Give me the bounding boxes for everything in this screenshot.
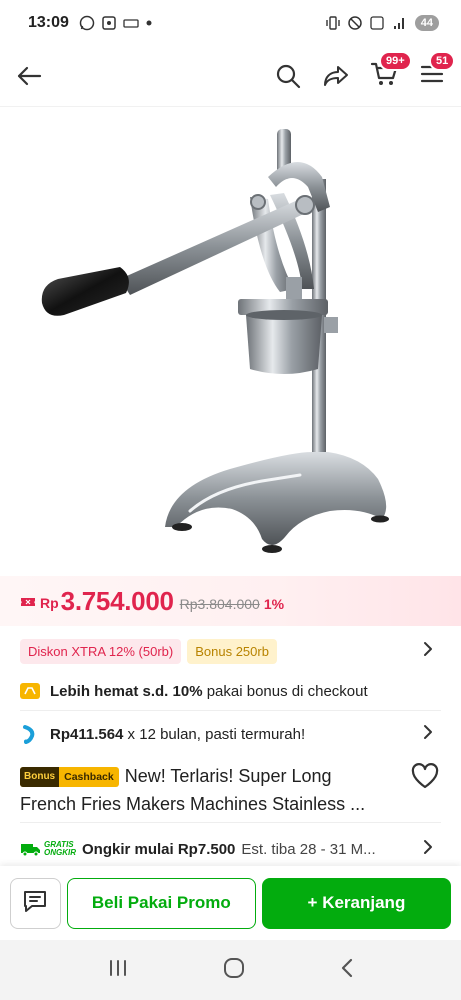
installment-amount: Rp411.564: [50, 725, 124, 743]
price-band: Rp 3.754.000 Rp3.804.000 1%: [0, 576, 461, 626]
cart-count-badge: 99+: [379, 51, 412, 71]
chat-button[interactable]: [10, 877, 61, 929]
discount-percent: 1%: [263, 596, 285, 612]
whatsapp-icon: [79, 15, 95, 31]
savings-highlight: Lebih hemat s.d. 10%: [50, 682, 203, 700]
chat-icon: [22, 889, 48, 918]
screenshot-icon: [101, 15, 117, 31]
app-bar: 99+ 51: [0, 46, 461, 106]
search-icon[interactable]: [273, 61, 303, 91]
product-title: Bonus Cashback New! Terlaris! Super Long…: [20, 762, 420, 818]
free-shipping-logo: GRATIS ONGKIR: [20, 841, 76, 857]
price-currency: Rp: [40, 595, 59, 611]
badge-cashback-text: Cashback: [64, 771, 114, 783]
add-to-cart-button[interactable]: + Keranjang: [261, 877, 451, 929]
badge-bonus-text: Bonus: [20, 767, 60, 787]
product-image[interactable]: [0, 106, 461, 576]
share-icon[interactable]: [321, 61, 351, 91]
installment-text: x 12 bulan, pasti termurah!: [123, 725, 306, 743]
free-shipping-text: GRATIS ONGKIR: [44, 841, 76, 857]
price-tag-icon: [20, 595, 36, 607]
buy-with-promo-button[interactable]: Beli Pakai Promo: [66, 877, 256, 929]
signal-icon: [391, 15, 407, 31]
product-title-line1: New! Terlaris! Super Long: [124, 766, 332, 786]
product-photo-juicer: [41, 129, 389, 553]
free-shipping-line2: ONGKIR: [44, 848, 76, 857]
menu-notification-badge: 51: [429, 51, 456, 71]
system-nav-bar: [0, 940, 461, 1000]
status-bar: 13:09 44: [0, 0, 461, 46]
cart-button[interactable]: 99+: [369, 51, 412, 91]
back-arrow-icon[interactable]: [14, 61, 44, 91]
promo-chips-row[interactable]: Diskon XTRA 12% (50rb) Bonus 250rb: [20, 636, 441, 666]
installment-icon: [20, 724, 40, 744]
more-notifications-dot-icon: [145, 19, 153, 27]
bonus-coin-icon: [20, 683, 40, 699]
bottom-action-bar: Beli Pakai Promo + Keranjang: [0, 866, 461, 940]
network-5g-icon: [369, 15, 385, 31]
wishlist-heart-icon[interactable]: [411, 763, 439, 794]
bonus-cashback-badge: Bonus Cashback: [20, 767, 119, 787]
installment-row[interactable]: Rp411.564 x 12 bulan, pasti termurah!: [20, 720, 441, 748]
battery-indicator: 44: [414, 15, 439, 31]
vibrate-icon: [325, 15, 341, 31]
home-icon[interactable]: [222, 956, 246, 985]
shipping-estimate: Est. tiba 28 - 31 M...: [241, 840, 376, 858]
current-price: 3.754.000: [60, 585, 174, 616]
divider: [20, 822, 441, 823]
status-time: 13:09: [28, 14, 69, 31]
shipping-cost: Ongkir mulai Rp7.500: [82, 840, 236, 858]
product-title-line2: French Fries Makers Machines Stainless .…: [20, 794, 366, 814]
bonus-chip[interactable]: Bonus 250rb: [187, 638, 277, 664]
recent-apps-icon[interactable]: [107, 958, 129, 983]
divider: [20, 710, 441, 711]
discount-chip[interactable]: Diskon XTRA 12% (50rb): [20, 638, 182, 664]
back-nav-icon[interactable]: [339, 957, 355, 984]
shipping-row[interactable]: GRATIS ONGKIR Ongkir mulai Rp7.500 Est. …: [20, 836, 441, 862]
savings-text: pakai bonus di checkout: [202, 682, 368, 700]
notification-app-icon: [123, 17, 139, 29]
chevron-right-icon[interactable]: [423, 839, 433, 859]
chevron-right-icon[interactable]: [423, 641, 433, 662]
do-not-disturb-icon: [347, 15, 363, 31]
truck-icon: [21, 844, 40, 857]
savings-info-row: Lebih hemat s.d. 10% pakai bonus di chec…: [20, 678, 441, 704]
original-price: Rp3.804.000: [179, 596, 260, 612]
chevron-right-icon[interactable]: [423, 724, 433, 744]
menu-button[interactable]: 51: [417, 51, 456, 91]
